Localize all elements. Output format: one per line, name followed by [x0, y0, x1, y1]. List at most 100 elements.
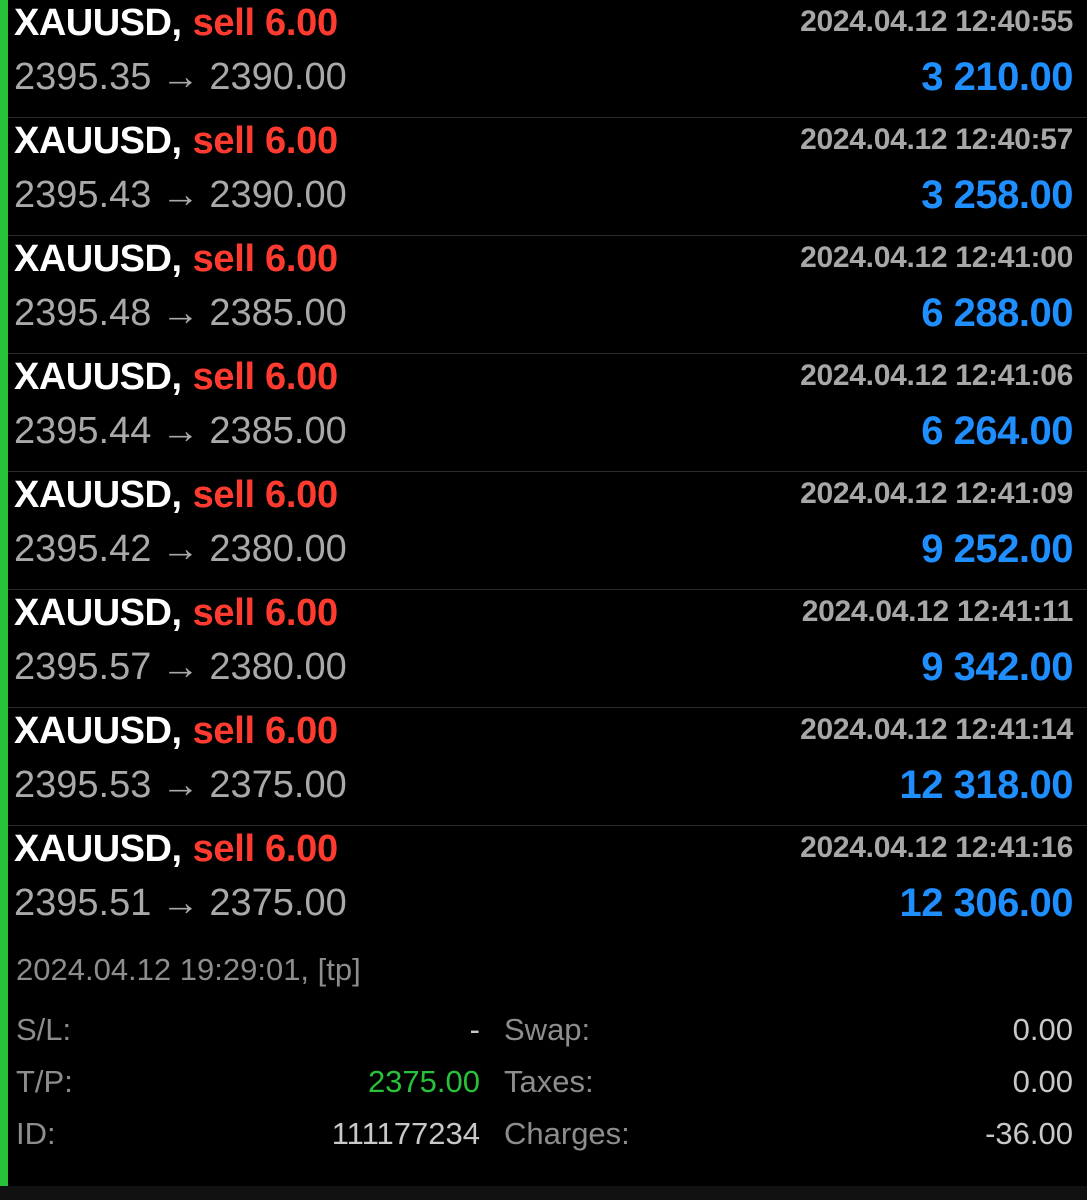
trade-row[interactable]: XAUUSD, sell 6.00 2024.04.12 12:41:11 23…: [8, 590, 1087, 708]
trade-header: XAUUSD, sell 6.00: [14, 473, 338, 517]
close-price: 2390.00: [209, 56, 347, 98]
trade-header: XAUUSD, sell 6.00: [14, 119, 338, 163]
id-value: 111177234: [331, 1116, 480, 1151]
symbol-separator: ,: [171, 474, 183, 516]
trade-time: 2024.04.12 12:40:57: [800, 123, 1073, 156]
trade-prices: 2395.43 → 2390.00: [14, 172, 347, 218]
trade-prices: 2395.57 → 2380.00: [14, 644, 347, 690]
bottom-divider: [0, 1186, 1087, 1200]
trade-side: sell 6.00: [192, 828, 339, 870]
trade-list: XAUUSD, sell 6.00 2024.04.12 12:40:55 23…: [8, 0, 1087, 944]
close-price: 2380.00: [209, 528, 347, 570]
taxes-value: 0.00: [1012, 1064, 1073, 1099]
open-price: 2395.48: [14, 292, 152, 334]
trade-prices: 2395.35 → 2390.00: [14, 54, 347, 100]
trade-symbol: XAUUSD: [14, 238, 172, 280]
tp-label: T/P:: [16, 1064, 73, 1099]
symbol-separator: ,: [171, 710, 183, 752]
sl-value: -: [469, 1012, 480, 1047]
arrow-right-icon: →: [161, 292, 200, 334]
swap-label: Swap:: [504, 1012, 591, 1047]
charges-value: -36.00: [985, 1116, 1073, 1151]
trade-prices: 2395.44 → 2385.00: [14, 408, 347, 454]
trade-side: sell 6.00: [192, 238, 339, 280]
trade-time: 2024.04.12 12:41:00: [800, 241, 1073, 274]
open-price: 2395.51: [14, 882, 152, 924]
close-price: 2385.00: [209, 292, 347, 334]
trade-header: XAUUSD, sell 6.00: [14, 827, 338, 871]
trade-row[interactable]: XAUUSD, sell 6.00 2024.04.12 12:40:57 23…: [8, 118, 1087, 236]
trade-row[interactable]: XAUUSD, sell 6.00 2024.04.12 12:40:55 23…: [8, 0, 1087, 118]
trade-header: XAUUSD, sell 6.00: [14, 1, 338, 45]
trade-side: sell 6.00: [192, 2, 339, 44]
trade-history-page: XAUUSD, sell 6.00 2024.04.12 12:40:55 23…: [0, 0, 1087, 1200]
trade-profit: 6 288.00: [921, 291, 1073, 335]
trade-symbol: XAUUSD: [14, 474, 172, 516]
arrow-right-icon: →: [161, 882, 200, 924]
close-time-reason: 2024.04.12 19:29:01, [tp]: [16, 952, 361, 987]
trade-symbol: XAUUSD: [14, 2, 172, 44]
trade-profit: 3 210.00: [921, 55, 1073, 99]
symbol-separator: ,: [171, 828, 183, 870]
trade-profit: 9 342.00: [921, 645, 1073, 689]
open-price: 2395.53: [14, 764, 152, 806]
trade-symbol: XAUUSD: [14, 592, 172, 634]
trade-profit: 12 306.00: [899, 881, 1074, 925]
trade-row[interactable]: XAUUSD, sell 6.00 2024.04.12 12:41:14 23…: [8, 708, 1087, 826]
trade-row[interactable]: XAUUSD, sell 6.00 2024.04.12 12:41:00 23…: [8, 236, 1087, 354]
trade-symbol: XAUUSD: [14, 356, 172, 398]
close-price: 2380.00: [209, 646, 347, 688]
close-price: 2375.00: [209, 882, 347, 924]
symbol-separator: ,: [171, 356, 183, 398]
trade-header: XAUUSD, sell 6.00: [14, 591, 338, 635]
open-price: 2395.43: [14, 174, 152, 216]
trade-time: 2024.04.12 12:41:09: [800, 477, 1073, 510]
symbol-separator: ,: [171, 2, 183, 44]
trade-profit: 9 252.00: [921, 527, 1073, 571]
trade-time: 2024.04.12 12:41:16: [800, 831, 1073, 864]
open-price: 2395.42: [14, 528, 152, 570]
open-price: 2395.57: [14, 646, 152, 688]
tp-value: 2375.00: [367, 1064, 480, 1099]
trade-header: XAUUSD, sell 6.00: [14, 355, 338, 399]
trade-row[interactable]: XAUUSD, sell 6.00 2024.04.12 12:41:06 23…: [8, 354, 1087, 472]
arrow-right-icon: →: [161, 410, 200, 452]
trade-symbol: XAUUSD: [14, 828, 172, 870]
trade-profit: 3 258.00: [921, 173, 1073, 217]
close-price: 2375.00: [209, 764, 347, 806]
trade-side: sell 6.00: [192, 474, 339, 516]
close-price: 2390.00: [209, 174, 347, 216]
trade-row[interactable]: XAUUSD, sell 6.00 2024.04.12 12:41:16 23…: [8, 826, 1087, 944]
trade-symbol: XAUUSD: [14, 710, 172, 752]
arrow-right-icon: →: [161, 764, 200, 806]
arrow-right-icon: →: [161, 646, 200, 688]
trade-profit: 12 318.00: [899, 763, 1074, 807]
trade-side: sell 6.00: [192, 592, 339, 634]
trade-header: XAUUSD, sell 6.00: [14, 709, 338, 753]
trade-time: 2024.04.12 12:41:11: [801, 595, 1074, 628]
symbol-separator: ,: [171, 592, 183, 634]
trade-prices: 2395.42 → 2380.00: [14, 526, 347, 572]
id-label: ID:: [16, 1116, 56, 1151]
trade-prices: 2395.51 → 2375.00: [14, 880, 347, 926]
open-price: 2395.35: [14, 56, 152, 98]
arrow-right-icon: →: [161, 528, 200, 570]
trade-side: sell 6.00: [192, 710, 339, 752]
trade-prices: 2395.48 → 2385.00: [14, 290, 347, 336]
arrow-right-icon: →: [161, 174, 200, 216]
trade-side: sell 6.00: [192, 120, 339, 162]
trade-time: 2024.04.12 12:41:14: [800, 713, 1073, 746]
trade-profit: 6 264.00: [921, 409, 1073, 453]
trade-header: XAUUSD, sell 6.00: [14, 237, 338, 281]
trade-prices: 2395.53 → 2375.00: [14, 762, 347, 808]
trade-time: 2024.04.12 12:40:55: [800, 5, 1073, 38]
taxes-label: Taxes:: [504, 1064, 594, 1099]
trade-time: 2024.04.12 12:41:06: [800, 359, 1073, 392]
position-accent-bar: [0, 0, 8, 1186]
open-price: 2395.44: [14, 410, 152, 452]
symbol-separator: ,: [171, 120, 183, 162]
trade-row[interactable]: XAUUSD, sell 6.00 2024.04.12 12:41:09 23…: [8, 472, 1087, 590]
symbol-separator: ,: [171, 238, 183, 280]
swap-value: 0.00: [1012, 1012, 1073, 1047]
charges-label: Charges:: [504, 1116, 630, 1151]
